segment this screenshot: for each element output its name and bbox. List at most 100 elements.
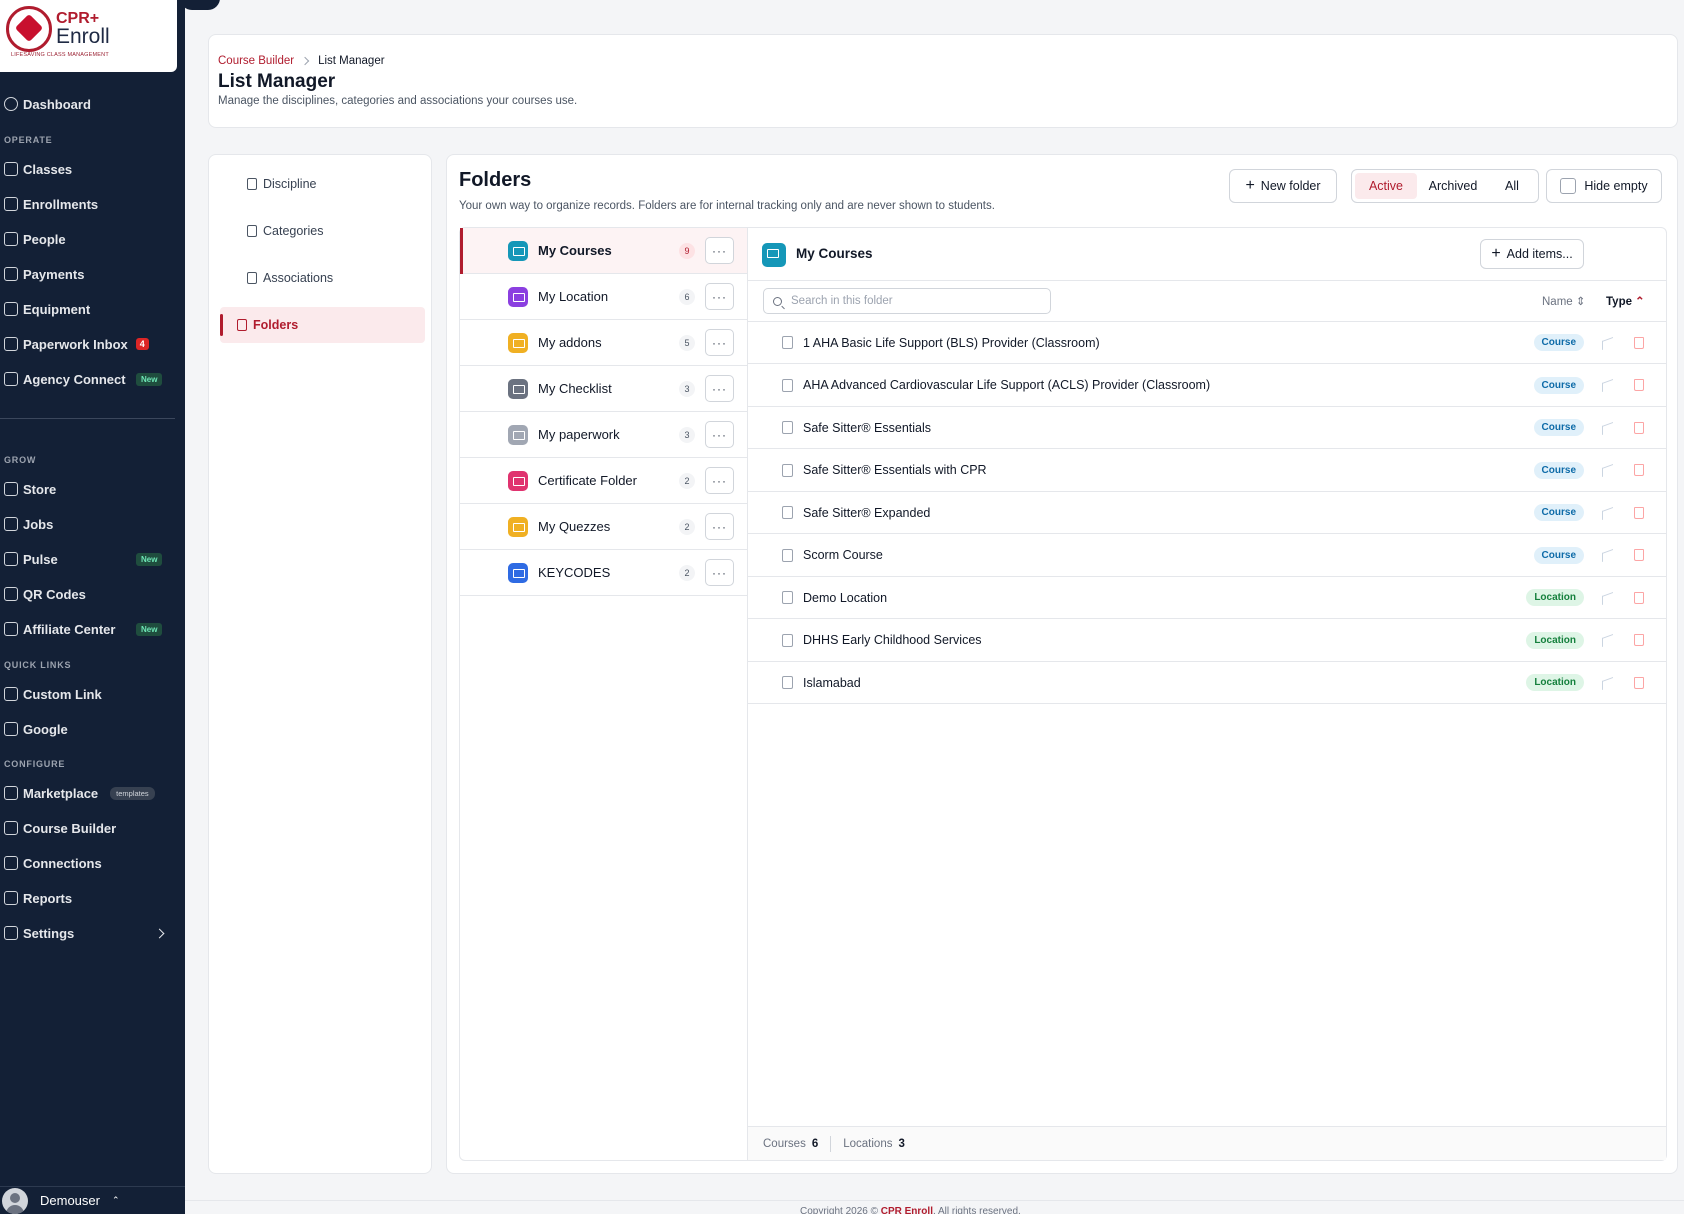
sort-by-type[interactable]: Type ⌃ — [1606, 294, 1645, 308]
sidebar-item-equipment[interactable]: Equipment — [0, 297, 185, 321]
trash-icon[interactable] — [1634, 379, 1644, 391]
store-icon — [4, 786, 18, 800]
folder-item-row[interactable]: 1 AHA Basic Life Support (BLS) Provider … — [748, 322, 1666, 364]
folder-row[interactable]: My Courses 9 ··· — [460, 228, 747, 274]
add-items-button[interactable]: + Add items... — [1480, 239, 1584, 269]
share-icon[interactable] — [1600, 422, 1614, 434]
folder-row[interactable]: My Location 6 ··· — [460, 274, 747, 320]
section-operate: OPERATE — [4, 135, 53, 145]
hide-empty-checkbox[interactable] — [1560, 178, 1577, 194]
filter-archived[interactable]: Archived — [1417, 173, 1489, 199]
trash-icon[interactable] — [1634, 421, 1644, 434]
folder-row[interactable]: My addons 5 ··· — [460, 320, 747, 366]
trash-icon[interactable] — [1634, 549, 1644, 561]
folder-item-row[interactable]: Safe Sitter® Expanded Course — [748, 492, 1666, 534]
sidebar-item-settings[interactable]: Settings — [0, 921, 185, 945]
folder-row[interactable]: My Quezzes 2 ··· — [460, 504, 747, 550]
folder-item-row[interactable]: Safe Sitter® Essentials Course — [748, 407, 1666, 449]
folder-name: My Courses — [538, 243, 612, 258]
trash-icon[interactable] — [1634, 634, 1644, 646]
user-menu[interactable]: Demouser ⌃ — [0, 1186, 185, 1214]
sidebar-item-jobs[interactable]: Jobs — [0, 512, 185, 536]
link-icon — [4, 687, 18, 701]
sidebar-item-payments[interactable]: Payments — [0, 262, 185, 286]
brand-logo[interactable]: CPR+ Enroll LIFESAVING CLASS MANAGEMENT — [0, 0, 177, 72]
sidebar-badge: New — [136, 552, 163, 566]
search-input[interactable] — [791, 295, 1041, 307]
sidebar-item-enrollments[interactable]: Enrollments — [0, 192, 185, 216]
sort-name-label: Name — [1542, 296, 1573, 308]
folder-row[interactable]: KEYCODES 2 ··· — [460, 550, 747, 596]
trash-icon[interactable] — [1634, 591, 1644, 604]
share-icon[interactable] — [1600, 337, 1614, 349]
cart-icon — [4, 482, 18, 496]
chevron-up-icon: ⌃ — [111, 1195, 120, 1205]
more-options-button[interactable]: ··· — [705, 421, 734, 448]
folder-icon — [508, 378, 528, 399]
share-icon[interactable] — [1600, 634, 1614, 646]
sidebar-item-classes[interactable]: Classes — [0, 157, 185, 181]
trash-icon[interactable] — [1634, 464, 1644, 476]
breadcrumb-link[interactable]: Course Builder — [218, 55, 294, 67]
trash-icon[interactable] — [1634, 336, 1644, 349]
filter-all[interactable]: All — [1489, 173, 1535, 199]
sidebar-item-qr-codes[interactable]: QR Codes — [0, 582, 185, 606]
sidebar-item-agency-connect[interactable]: Agency Connect New — [0, 367, 185, 391]
filter-active[interactable]: Active — [1355, 173, 1417, 199]
share-icon[interactable] — [1600, 379, 1614, 391]
folder-item-row[interactable]: Scorm Course Course — [748, 535, 1666, 577]
sidebar-item-google[interactable]: Google — [0, 717, 185, 741]
trash-icon[interactable] — [1634, 506, 1644, 519]
sidebar-item-label: Jobs — [23, 516, 54, 532]
more-options-button[interactable]: ··· — [705, 329, 734, 356]
sort-by-name[interactable]: Name ⇕ — [1542, 294, 1586, 308]
sidebar-item-reports[interactable]: Reports — [0, 886, 185, 910]
subnav-item-label: Folders — [253, 318, 299, 332]
sidebar-item-affiliate-center[interactable]: Affiliate Center New — [0, 617, 185, 641]
sidebar-toggle[interactable] — [180, 0, 220, 10]
subnav-item-discipline[interactable]: Discipline — [220, 166, 425, 202]
share-icon[interactable] — [1600, 677, 1614, 689]
folder-item-row[interactable]: DHHS Early Childhood Services Location — [748, 620, 1666, 662]
sidebar-item-marketplace[interactable]: Marketplace templates — [0, 781, 185, 805]
more-options-button[interactable]: ··· — [705, 467, 734, 494]
folder-item-row[interactable]: Islamabad Location — [748, 662, 1666, 704]
folder-icon — [762, 243, 786, 267]
sidebar-item-store[interactable]: Store — [0, 477, 185, 501]
people-icon — [4, 232, 18, 246]
sidebar-item-paperwork-inbox[interactable]: Paperwork Inbox 4 — [0, 332, 185, 356]
folder-row[interactable]: My paperwork 3 ··· — [460, 412, 747, 458]
folder-row[interactable]: Certificate Folder 2 ··· — [460, 458, 747, 504]
gear-icon — [4, 926, 18, 940]
sidebar-item-course-builder[interactable]: Course Builder — [0, 816, 185, 840]
more-options-button[interactable]: ··· — [705, 237, 734, 264]
trash-icon[interactable] — [1634, 676, 1644, 689]
subnav-item-associations[interactable]: Associations — [220, 260, 425, 296]
sidebar-item-dashboard[interactable]: Dashboard — [0, 92, 185, 116]
hide-empty-toggle[interactable]: Hide empty — [1546, 169, 1662, 203]
more-options-button[interactable]: ··· — [705, 283, 734, 310]
sidebar-item-label: People — [23, 231, 66, 247]
share-icon[interactable] — [1600, 549, 1614, 561]
share-icon[interactable] — [1600, 592, 1614, 604]
folder-item-row[interactable]: Demo Location Location — [748, 577, 1666, 619]
subnav-item-folders[interactable]: Folders — [220, 307, 425, 343]
folder-item-row[interactable]: Safe Sitter® Essentials with CPR Course — [748, 450, 1666, 492]
equipment-icon — [4, 302, 18, 316]
briefcase-icon — [4, 517, 18, 531]
folder-item-row[interactable]: AHA Advanced Cardiovascular Life Support… — [748, 365, 1666, 407]
new-folder-button[interactable]: + New folder — [1229, 169, 1337, 203]
sidebar-item-connections[interactable]: Connections — [0, 851, 185, 875]
sidebar-item-custom-link[interactable]: Custom Link — [0, 682, 185, 706]
more-options-button[interactable]: ··· — [705, 559, 734, 586]
more-options-button[interactable]: ··· — [705, 513, 734, 540]
share-icon[interactable] — [1600, 507, 1614, 519]
subnav-item-categories[interactable]: Categories — [220, 213, 425, 249]
folder-row[interactable]: My Checklist 3 ··· — [460, 366, 747, 412]
sidebar-item-people[interactable]: People — [0, 227, 185, 251]
sidebar-item-label: Pulse — [23, 551, 58, 567]
copyright-brand-link[interactable]: CPR Enroll — [881, 1206, 933, 1214]
more-options-button[interactable]: ··· — [705, 375, 734, 402]
share-icon[interactable] — [1600, 464, 1614, 476]
sidebar-item-pulse[interactable]: Pulse New — [0, 547, 185, 571]
